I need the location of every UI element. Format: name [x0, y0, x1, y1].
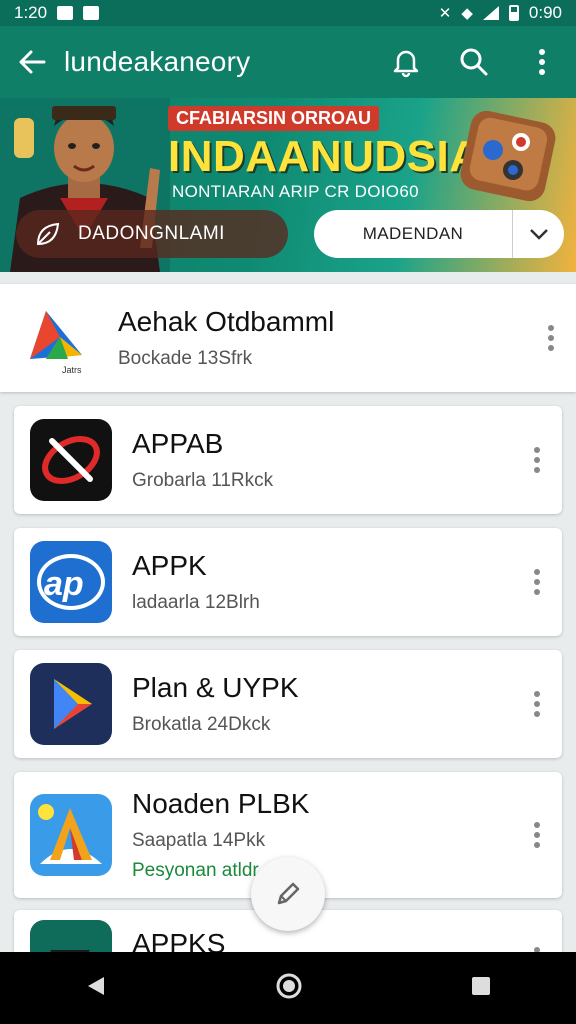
- status-time: 1:20: [14, 3, 48, 22]
- banner-secondary-button[interactable]: MADENDAN: [314, 210, 564, 258]
- banner-subline: NONTIARAN ARIP CR DOIO60: [172, 182, 419, 201]
- notification-icon: [57, 6, 74, 20]
- more-vert-icon[interactable]: [508, 26, 576, 98]
- play-store-icon: [30, 663, 112, 745]
- notification-icon: [83, 6, 100, 20]
- app-name: Noaden PLBK: [132, 788, 310, 819]
- chevron-down-icon[interactable]: [512, 210, 564, 258]
- app-name: Plan & UYPK: [132, 672, 299, 703]
- back-arrow-icon[interactable]: [0, 26, 64, 98]
- list-item[interactable]: Jatrs Aehak Otdbamml Bockade 13Sfrk: [0, 284, 576, 392]
- app-size: Bockade 13Sfrk: [118, 348, 253, 369]
- more-vert-icon[interactable]: [512, 674, 562, 734]
- list-item[interactable]: ap APPK ladaarla 12Blrh: [14, 528, 562, 636]
- app-cube-icon: [460, 110, 556, 202]
- banner-tag: CFABIARSIN ORROAU: [168, 106, 380, 131]
- more-vert-icon[interactable]: [512, 805, 562, 865]
- signal-icon: [482, 6, 499, 20]
- red-x-icon: [30, 419, 112, 501]
- nav-back-icon[interactable]: [84, 974, 108, 1003]
- nav-home-icon[interactable]: [275, 972, 303, 1005]
- app-size: Brokatla 24Dkck: [132, 714, 271, 735]
- edit-fab[interactable]: [251, 857, 325, 931]
- list-item[interactable]: Plan & UYPK Brokatla 24Dkck: [14, 650, 562, 758]
- app-size: ladaarla 12Blrh: [132, 592, 260, 613]
- app-size: Grobarla 11Rkck: [132, 470, 274, 491]
- app-name: Aehak Otdbamml: [118, 306, 335, 337]
- status-bar: 1:20 ✕ ◆ 0:90: [0, 0, 576, 26]
- play-triangle-icon: Jatrs: [16, 297, 98, 379]
- mute-icon: ✕: [438, 5, 452, 22]
- search-icon[interactable]: [440, 26, 508, 98]
- nav-recents-icon[interactable]: [470, 975, 492, 1002]
- more-vert-icon[interactable]: [526, 308, 576, 368]
- banner-headline: INDAANUDSIA: [168, 132, 482, 181]
- pencil-icon: [277, 882, 300, 905]
- system-nav-bar: [0, 952, 576, 1024]
- app-bar: lundeakaneory: [0, 26, 576, 98]
- ad-badge-icon: ap: [30, 541, 112, 623]
- leaf-icon: [36, 222, 60, 246]
- app-name: APPK: [132, 550, 207, 581]
- wifi-icon: ◆: [461, 5, 473, 22]
- app-bar-title: lundeakaneory: [64, 46, 251, 77]
- battery-icon: [508, 5, 519, 21]
- app-name: APPAB: [132, 428, 224, 459]
- more-vert-icon[interactable]: [512, 430, 562, 490]
- svg-text:Jatrs: Jatrs: [62, 365, 82, 375]
- more-vert-icon[interactable]: [512, 552, 562, 612]
- status-clock: 0:90: [528, 3, 562, 22]
- banner-secondary-label: MADENDAN: [362, 224, 464, 243]
- bell-icon[interactable]: [372, 26, 440, 98]
- svg-text:ap: ap: [44, 565, 84, 603]
- list-item[interactable]: APPAB Grobarla 11Rkck: [14, 406, 562, 514]
- banner-primary-label: DADONGNLAMI: [78, 223, 225, 244]
- app-size: Saapatla 14Pkk: [132, 830, 266, 851]
- promo-banner[interactable]: CFABIARSIN ORROAU INDAANUDSIA NONTIARAN …: [0, 98, 576, 272]
- letter-a-icon: [30, 794, 112, 876]
- banner-primary-button[interactable]: DADONGNLAMI: [16, 210, 288, 258]
